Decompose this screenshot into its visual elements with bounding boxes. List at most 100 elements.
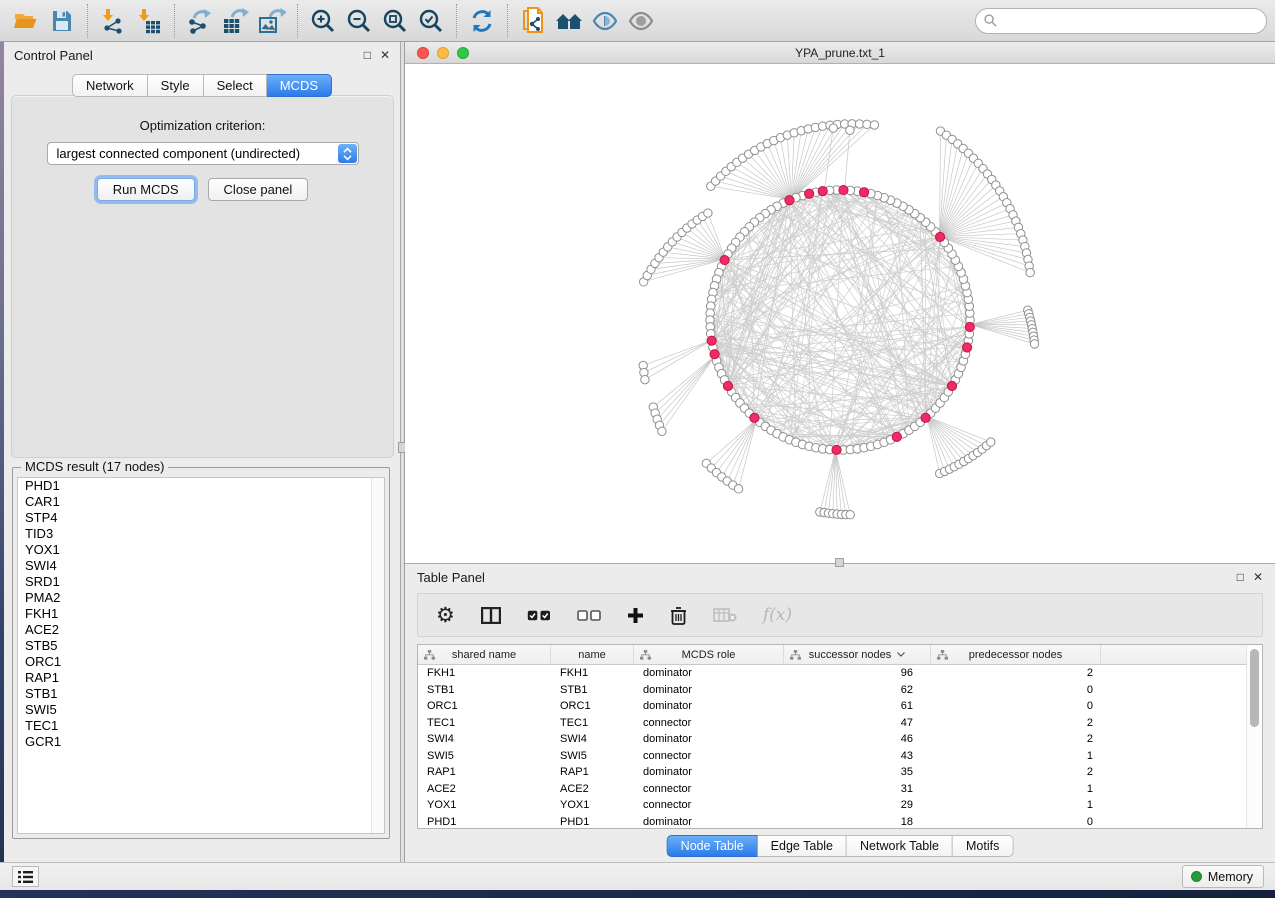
horizontal-splitter-handle[interactable] [835, 558, 844, 567]
close-panel-icon[interactable]: ✕ [380, 49, 390, 61]
run-mcds-button[interactable]: Run MCDS [97, 178, 195, 201]
table-row-orc1[interactable]: ORC1ORC1dominator610 [418, 698, 1262, 715]
cell-mcds-role: connector [634, 799, 784, 811]
memory-button[interactable]: Memory [1182, 865, 1264, 888]
result-node[interactable]: CAR1 [18, 494, 384, 510]
task-history-button[interactable] [12, 866, 39, 887]
cell-name: TEC1 [551, 717, 634, 729]
close-panel-button[interactable]: Close panel [208, 178, 309, 201]
column-header-shared-name[interactable]: shared name [418, 645, 551, 664]
result-node[interactable]: PHD1 [18, 478, 384, 494]
cell-name: ACE2 [551, 783, 634, 795]
cell-shared-name: FKH1 [418, 667, 551, 679]
deselect-all-icon[interactable] [577, 600, 601, 630]
column-header-mcds-role[interactable]: MCDS role [634, 645, 784, 664]
table-row-ace2[interactable]: ACE2ACE2connector311 [418, 781, 1262, 798]
table-row-yox1[interactable]: YOX1YOX1connector291 [418, 797, 1262, 814]
toolbar-separator [507, 4, 508, 38]
cell-mcds-role: connector [634, 750, 784, 762]
result-node[interactable]: SWI5 [18, 702, 384, 718]
table-row-fkh1[interactable]: FKH1FKH1dominator962 [418, 665, 1262, 682]
result-node[interactable]: STB5 [18, 638, 384, 654]
mcds-result-list[interactable]: PHD1CAR1STP4TID3YOX1SWI4SRD1PMA2FKH1ACE2… [17, 477, 385, 834]
zoom-fit-icon[interactable] [377, 5, 413, 37]
table-row-stb1[interactable]: STB1STB1dominator620 [418, 682, 1262, 699]
optimization-criterion-value: largest connected component (undirected) [57, 146, 301, 161]
close-panel-icon[interactable]: ✕ [1253, 571, 1263, 583]
result-node[interactable]: ACE2 [18, 622, 384, 638]
open-folder-icon[interactable] [8, 5, 44, 37]
mcds-result-items: PHD1CAR1STP4TID3YOX1SWI4SRD1PMA2FKH1ACE2… [18, 478, 384, 750]
result-node[interactable]: RAP1 [18, 670, 384, 686]
layout-refresh-icon[interactable] [464, 5, 500, 37]
result-node[interactable]: ORC1 [18, 654, 384, 670]
network-window: YPA_prune.txt_1 [405, 42, 1275, 563]
tab-network[interactable]: Network [72, 74, 148, 97]
import-network-icon[interactable] [95, 5, 131, 37]
column-header-successor-nodes[interactable]: successor nodes [784, 645, 931, 664]
zoom-in-icon[interactable] [305, 5, 341, 37]
optimization-criterion-select[interactable]: largest connected component (undirected) [47, 142, 359, 165]
export-network-icon[interactable] [182, 5, 218, 37]
import-table-icon[interactable] [131, 5, 167, 37]
result-node[interactable]: TID3 [18, 526, 384, 542]
mcds-result-group: MCDS result (17 nodes) PHD1CAR1STP4TID3Y… [12, 467, 390, 839]
table-scrollbar-thumb[interactable] [1250, 649, 1259, 727]
result-node[interactable]: SWI4 [18, 558, 384, 574]
result-node[interactable]: YOX1 [18, 542, 384, 558]
table-scrollbar[interactable] [1246, 645, 1262, 828]
table-row-swi4[interactable]: SWI4SWI4dominator462 [418, 731, 1262, 748]
table-settings-icon[interactable]: ⚙ [436, 600, 455, 630]
cell-shared-name: STB1 [418, 684, 551, 696]
tab-node-table[interactable]: Node Table [667, 835, 758, 857]
tab-select[interactable]: Select [204, 74, 267, 97]
tab-motifs[interactable]: Motifs [953, 835, 1013, 857]
cell-mcds-role: dominator [634, 700, 784, 712]
table-row-tec1[interactable]: TEC1TEC1connector472 [418, 715, 1262, 732]
result-node[interactable]: GCR1 [18, 734, 384, 750]
result-node[interactable]: STB1 [18, 686, 384, 702]
table-row-swi5[interactable]: SWI5SWI5connector431 [418, 748, 1262, 765]
tab-style[interactable]: Style [148, 74, 204, 97]
birds-eye-view-icon[interactable] [623, 5, 659, 37]
toolbar-separator [174, 4, 175, 38]
result-node[interactable]: TEC1 [18, 718, 384, 734]
cell-predecessor-nodes: 2 [931, 717, 1101, 729]
control-panel-tabs: NetworkStyleSelectMCDS [72, 74, 332, 97]
select-all-icon[interactable] [527, 600, 551, 630]
toggle-graphics-details-icon[interactable] [587, 5, 623, 37]
select-stepper-icon [338, 144, 357, 163]
cell-shared-name: TEC1 [418, 717, 551, 729]
tab-mcds[interactable]: MCDS [267, 74, 332, 97]
tab-network-table[interactable]: Network Table [847, 835, 953, 857]
tab-edge-table[interactable]: Edge Table [758, 835, 847, 857]
main-toolbar [0, 0, 1275, 42]
search-input[interactable] [975, 8, 1267, 34]
table-row-rap1[interactable]: RAP1RAP1dominator352 [418, 764, 1262, 781]
zoom-out-icon[interactable] [341, 5, 377, 37]
first-neighbors-icon[interactable] [551, 5, 587, 37]
add-icon[interactable] [627, 600, 644, 630]
cell-mcds-role: dominator [634, 766, 784, 778]
result-node[interactable]: STP4 [18, 510, 384, 526]
show-columns-icon[interactable] [481, 600, 501, 630]
cell-successor-nodes: 31 [784, 783, 931, 795]
clone-network-icon[interactable] [515, 5, 551, 37]
result-list-scrollbar[interactable] [371, 478, 384, 833]
network-canvas[interactable] [405, 64, 1275, 563]
float-panel-icon[interactable]: □ [364, 49, 371, 61]
delete-icon[interactable] [670, 600, 687, 630]
table-row-phd1[interactable]: PHD1PHD1dominator180 [418, 814, 1262, 831]
float-panel-icon[interactable]: □ [1237, 571, 1244, 583]
save-icon[interactable] [44, 5, 80, 37]
result-node[interactable]: SRD1 [18, 574, 384, 590]
column-header-name[interactable]: name [551, 645, 634, 664]
result-node[interactable]: FKH1 [18, 606, 384, 622]
network-window-titlebar[interactable]: YPA_prune.txt_1 [405, 42, 1275, 64]
result-node[interactable]: PMA2 [18, 590, 384, 606]
export-table-icon[interactable] [218, 5, 254, 37]
export-image-icon[interactable] [254, 5, 290, 37]
cell-predecessor-nodes: 0 [931, 684, 1101, 696]
zoom-selected-icon[interactable] [413, 5, 449, 37]
column-header-predecessor-nodes[interactable]: predecessor nodes [931, 645, 1101, 664]
